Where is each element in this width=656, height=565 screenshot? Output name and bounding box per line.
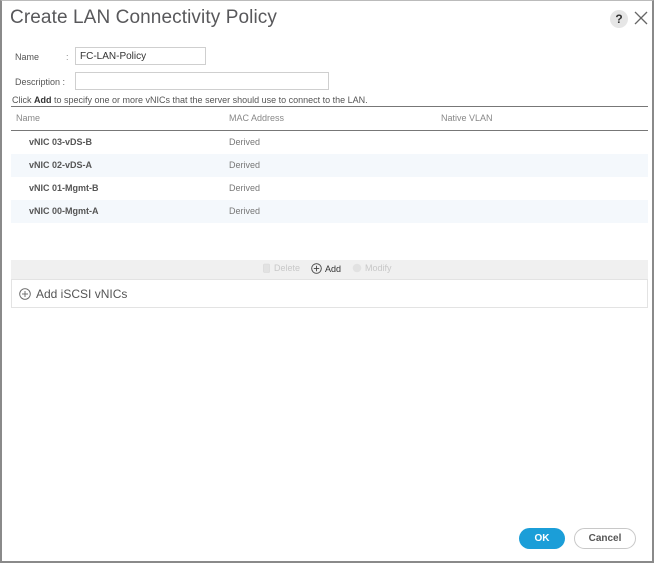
vnic-mac: Derived <box>229 206 261 216</box>
info-icon <box>352 263 362 273</box>
plus-circle-icon <box>311 263 322 274</box>
table-row[interactable]: vNIC 00-Mgmt-A Derived <box>11 200 648 223</box>
help-button[interactable]: ? <box>610 10 628 28</box>
plus-circle-icon <box>19 287 31 300</box>
close-button[interactable] <box>632 9 650 27</box>
cancel-button[interactable]: Cancel <box>574 528 636 549</box>
ok-button[interactable]: OK <box>519 528 565 549</box>
vnic-mac: Derived <box>229 160 261 170</box>
table-toolbar: Delete Add Modify <box>11 260 648 280</box>
add-vnic-hint: Click Add to specify one or more vNICs t… <box>12 95 368 105</box>
column-header-native-vlan[interactable]: Native VLAN <box>441 113 493 123</box>
name-colon: : <box>66 52 69 62</box>
description-input[interactable] <box>75 72 329 90</box>
vnic-name: vNIC 03-vDS-B <box>29 137 93 147</box>
table-header: Name MAC Address Native VLAN <box>11 106 648 131</box>
vnic-name: vNIC 01-Mgmt-B <box>29 183 99 193</box>
trash-icon <box>263 263 270 273</box>
table-row[interactable]: vNIC 02-vDS-A Derived <box>11 154 648 177</box>
create-lan-connectivity-policy-dialog: Create LAN Connectivity Policy ? Name : … <box>0 0 654 563</box>
add-label: Add <box>325 263 342 274</box>
description-label: Description : <box>15 77 66 87</box>
add-button[interactable]: Add <box>311 263 341 274</box>
vnic-table: Name MAC Address Native VLAN vNIC 03-vDS… <box>11 106 648 223</box>
dialog-title: Create LAN Connectivity Policy <box>10 7 277 28</box>
hint-prefix: Click <box>12 95 34 105</box>
hint-bold: Add <box>34 95 52 105</box>
vnic-name: vNIC 02-vDS-A <box>29 160 93 170</box>
table-row[interactable]: vNIC 01-Mgmt-B Derived <box>11 177 648 200</box>
close-icon <box>634 11 648 25</box>
hint-suffix: to specify one or more vNICs that the se… <box>51 95 368 105</box>
vnic-name: vNIC 00-Mgmt-A <box>29 206 99 216</box>
name-label: Name <box>15 52 40 62</box>
modify-label: Modify <box>365 263 392 273</box>
modify-button[interactable]: Modify <box>352 263 392 273</box>
add-iscsi-vnics-toggle[interactable]: Add iSCSI vNICs <box>11 280 648 308</box>
add-iscsi-vnics-label: Add iSCSI vNICs <box>36 286 128 301</box>
delete-label: Delete <box>274 263 301 273</box>
help-icon: ? <box>615 12 623 26</box>
name-input[interactable] <box>75 47 206 65</box>
table-row[interactable]: vNIC 03-vDS-B Derived <box>11 131 648 154</box>
column-header-name[interactable]: Name <box>16 113 40 123</box>
vnic-mac: Derived <box>229 183 261 193</box>
vnic-mac: Derived <box>229 137 261 147</box>
column-header-mac-address[interactable]: MAC Address <box>229 113 284 123</box>
delete-button[interactable]: Delete <box>262 263 300 273</box>
